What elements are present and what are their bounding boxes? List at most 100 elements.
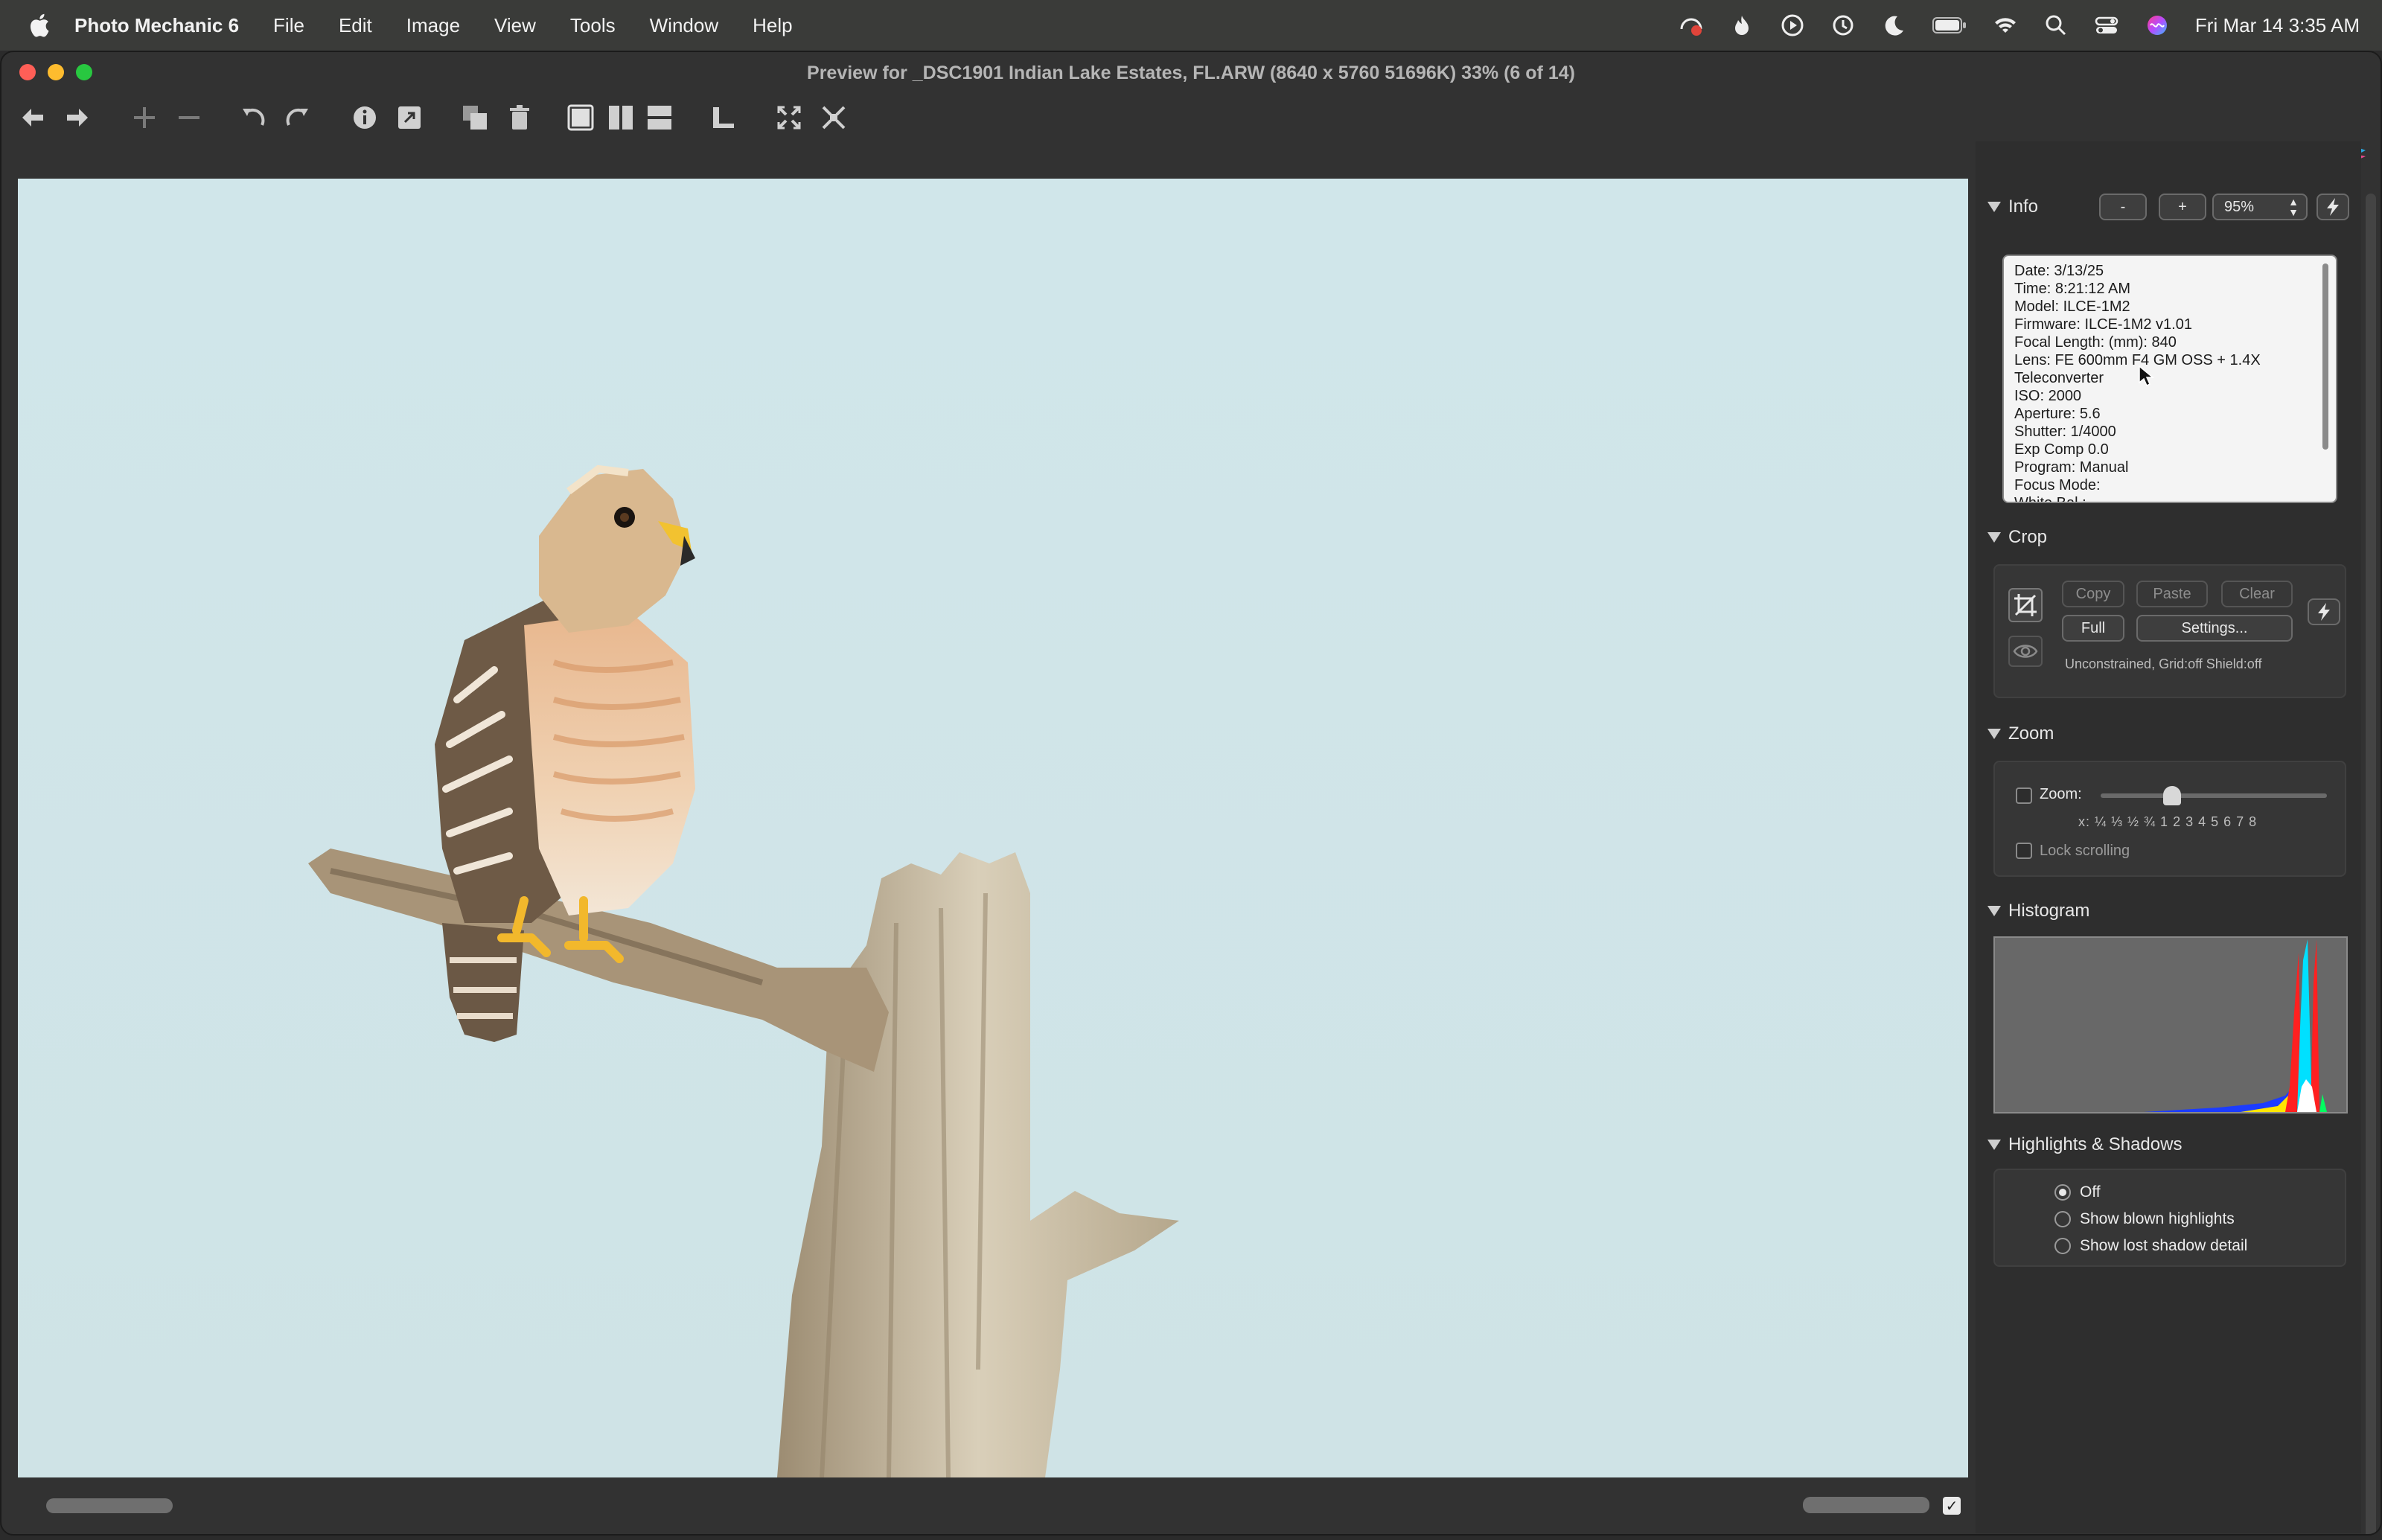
disclosure-triangle-icon[interactable] [1987,532,2001,543]
metadata-line: Program: Manual [2014,459,2129,476]
spotlight-search-icon[interactable] [2043,13,2069,38]
metadata-line: ISO: 2000 [2014,388,2082,404]
rotate-left-icon[interactable] [237,101,269,134]
battery-icon[interactable] [1932,13,1967,38]
info-plus-button[interactable]: + [2159,194,2206,220]
menu-bar: Photo Mechanic 6 File Edit Image View To… [0,0,2382,51]
menu-tools[interactable]: Tools [570,14,616,37]
side-by-side-icon[interactable] [604,101,637,134]
menu-window[interactable]: Window [650,14,718,37]
control-center-icon[interactable] [2094,13,2119,38]
radio-lost-shadow[interactable] [2054,1238,2071,1254]
lightning-icon [2327,198,2339,216]
disclosure-triangle-icon[interactable] [1987,729,2001,739]
zoom-checkbox[interactable] [2016,787,2032,804]
app-menu[interactable]: Photo Mechanic 6 [74,14,239,37]
fit-icon[interactable] [773,101,805,134]
zoom-scale-labels: x: ¼ ⅓ ½ ¾ 1 2 3 4 5 6 7 8 [2078,814,2258,829]
info-metadata-box[interactable]: Date: 3/13/25 Time: 8:21:12 AM Model: IL… [2002,255,2337,503]
inspector-panel: Info - + 95% ▲ ▼ Date: 3/13/25 Time: 8:21… [1976,141,2361,1533]
bottom-checkbox[interactable]: ✓ [1943,1497,1961,1515]
disclosure-triangle-icon[interactable] [1987,906,2001,916]
zoom-slider-thumb[interactable] [2163,786,2181,805]
close-window-button[interactable] [19,64,36,80]
crop-preview-eye-icon[interactable] [2008,636,2043,667]
menu-image[interactable]: Image [406,14,460,37]
metadata-line: Focus Mode: [2014,477,2101,493]
metadata-scrollbar[interactable] [2322,263,2328,450]
crop-copy-button[interactable]: Copy [2062,581,2124,607]
lightning-icon [2318,603,2330,621]
lock-scrolling-checkbox[interactable] [2016,843,2032,859]
crop-tool-icon[interactable] [2008,588,2043,622]
full-screen-icon[interactable] [817,101,850,134]
metadata-line: Aperture: 5.6 [2014,406,2101,422]
menu-file[interactable]: File [273,14,304,37]
highlights-option-blown[interactable]: Show blown highlights [2054,1210,2235,1228]
minimize-window-button[interactable] [48,64,64,80]
screen-record-icon[interactable] [1679,13,1704,38]
window-title: Preview for _DSC1901 Indian Lake Estates… [807,62,1575,83]
stepper-arrows-icon: ▲ ▼ [2288,196,2299,218]
menubar-clock[interactable]: Fri Mar 14 3:35 AM [2195,14,2360,37]
stacked-view-icon[interactable] [643,101,676,134]
zoom-section-header[interactable]: Zoom [1987,723,2054,744]
forward-arrow-icon[interactable] [61,101,94,134]
thumbnail-scroll-handle[interactable] [46,1498,173,1513]
add-icon[interactable] [128,101,161,134]
highlights-shadows-section-header[interactable]: Highlights & Shadows [1987,1134,2182,1155]
bottom-bar: ✓ [1,1477,1967,1534]
trash-icon[interactable] [503,101,536,134]
hawk-photo [18,179,1968,1477]
zoom-window-button[interactable] [76,64,92,80]
time-machine-icon[interactable] [1830,13,1856,38]
panel-scrollbar[interactable] [2366,194,2376,1534]
crop-box: Copy Paste Clear Full Settings... Uncons… [1993,564,2346,698]
toolbar [1,94,2381,162]
info-icon[interactable] [348,101,381,134]
flame-icon[interactable] [1729,13,1754,38]
duplicate-icon[interactable] [459,101,491,134]
info-minus-button[interactable]: - [2099,194,2147,220]
zoom-level-select[interactable]: 95% ▲ ▼ [2212,194,2308,220]
radio-off[interactable] [2054,1184,2071,1201]
histogram-section-header[interactable]: Histogram [1987,901,2089,921]
menu-edit[interactable]: Edit [339,14,372,37]
highlights-option-shadow[interactable]: Show lost shadow detail [2054,1237,2247,1255]
crop-section-header[interactable]: Crop [1987,527,2047,548]
back-arrow-icon[interactable] [16,101,49,134]
highlights-shadows-box: Off Show blown highlights Show lost shad… [1993,1169,2346,1267]
menu-help[interactable]: Help [753,14,792,37]
window-controls [19,64,92,80]
siri-icon[interactable] [2145,13,2170,38]
apple-icon[interactable] [27,12,51,39]
moon-icon[interactable] [1881,13,1906,38]
crop-lightning-button[interactable] [2308,598,2340,625]
crop-paste-button[interactable]: Paste [2136,581,2208,607]
rotate-right-icon[interactable] [281,101,314,134]
status-area: Fri Mar 14 3:35 AM [1679,0,2360,51]
crop-status-text: Unconstrained, Grid:off Shield:off [2065,656,2262,671]
metadata-line: Focal Length: (mm): 840 [2014,334,2177,351]
zoom-box: Zoom: x: ¼ ⅓ ½ ¾ 1 2 3 4 5 6 7 8 Lock sc… [1993,761,2346,877]
metadata-line: Model: ILCE-1M2 [2014,298,2130,315]
info-section-header[interactable]: Info [1987,197,2038,217]
disclosure-triangle-icon[interactable] [1987,1140,2001,1150]
filmstrip-icon[interactable] [707,101,740,134]
info-lightning-button[interactable] [2316,194,2349,220]
single-view-icon[interactable] [564,101,597,134]
wifi-icon[interactable] [1993,13,2018,38]
zoom-slider[interactable] [2101,785,2327,807]
radio-blown-highlights[interactable] [2054,1211,2071,1227]
disclosure-triangle-icon[interactable] [1987,202,2001,212]
highlights-option-off[interactable]: Off [2054,1183,2101,1201]
horizontal-scrollbar[interactable] [1803,1497,1929,1513]
crop-clear-button[interactable]: Clear [2221,581,2293,607]
crop-full-button[interactable]: Full [2062,615,2124,642]
export-icon[interactable] [393,101,426,134]
remove-icon[interactable] [173,101,205,134]
menu-view[interactable]: View [494,14,536,37]
play-circle-icon[interactable] [1780,13,1805,38]
image-preview[interactable] [18,179,1968,1477]
crop-settings-button[interactable]: Settings... [2136,615,2293,642]
